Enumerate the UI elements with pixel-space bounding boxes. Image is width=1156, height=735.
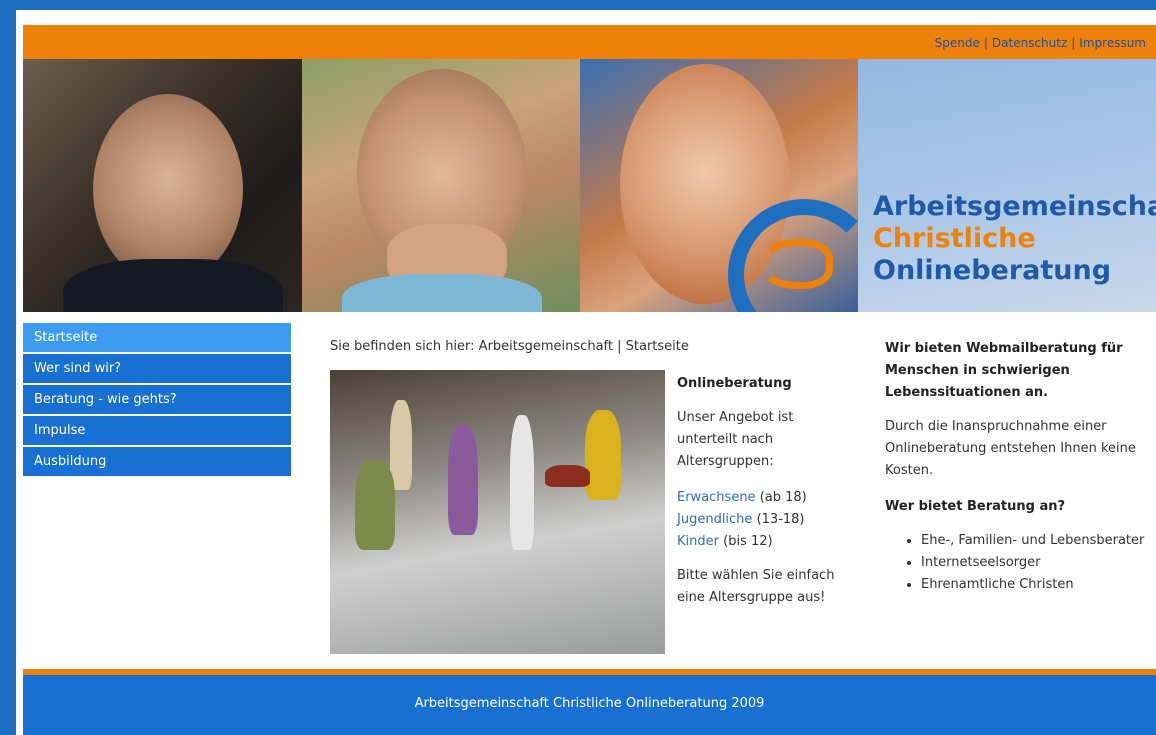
nav-item-beratung[interactable]: Beratung - wie gehts? (23, 385, 291, 414)
logo-text: Arbeitsgemeinschaft Christliche Onlinebe… (873, 191, 1156, 287)
outro-text: Bitte wählen Sie einfach eine Altersgrup… (677, 568, 835, 605)
age-group-column: Onlineberatung Unser Angebot ist unterte… (677, 373, 852, 623)
kinder-range: (bis 12) (723, 534, 773, 549)
kinder-link[interactable]: Kinder (677, 534, 719, 549)
nav-item-startseite[interactable]: Startseite (23, 323, 291, 352)
info-column: Wir bieten Webmailberatung für Menschen … (885, 338, 1145, 596)
header-banner: Arbeitsgemeinschaft Christliche Onlinebe… (23, 59, 1156, 312)
providers-heading: Wer bietet Beratung an? (885, 499, 1066, 514)
page: Spende | Datenschutz | Impressum Arbeitsgeme… (23, 25, 1156, 735)
info-heading: Wir bieten Webmailberatung für Menschen … (885, 341, 1123, 400)
onlineberatung-heading: Onlineberatung (677, 376, 792, 391)
header-photo-man (23, 59, 302, 312)
erwachsene-range: (ab 18) (759, 490, 807, 505)
logo-line-3: Onlineberatung (873, 255, 1112, 286)
nav-item-wer-sind-wir[interactable]: Wer sind wir? (23, 354, 291, 383)
list-item: Ehe-, Familien- und Lebensberater (921, 530, 1145, 552)
intro-text: Unser Angebot ist unterteilt nach Alters… (677, 410, 794, 469)
jugendliche-range: (13-18) (756, 512, 805, 527)
top-bar: Spende | Datenschutz | Impressum (23, 25, 1156, 59)
breadcrumb: Sie befinden sich hier: Arbeitsgemeinsch… (330, 339, 689, 354)
logo-line-2: Christliche (873, 223, 1036, 254)
window-frame-left (0, 0, 16, 735)
nav-item-impulse[interactable]: Impulse (23, 416, 291, 445)
jugendliche-link[interactable]: Jugendliche (677, 512, 752, 527)
spende-link[interactable]: Spende (935, 36, 980, 50)
providers-list: Ehe-, Familien- und Lebensberater Intern… (885, 530, 1145, 596)
keyboard-figures-photo (330, 370, 665, 654)
header-photo-girl (302, 59, 580, 312)
erwachsene-link[interactable]: Erwachsene (677, 490, 756, 505)
footer: Arbeitsgemeinschaft Christliche Onlinebe… (23, 675, 1156, 735)
age-group-list: Erwachsene (ab 18) Jugendliche (13-18) K… (677, 487, 852, 553)
fish-icon (759, 239, 833, 289)
list-item: Internetseelsorger (921, 552, 1145, 574)
separator: | (983, 36, 988, 50)
main-navigation: Startseite Wer sind wir? Beratung - wie … (23, 323, 291, 478)
nav-item-ausbildung[interactable]: Ausbildung (23, 447, 291, 476)
window-frame-top (0, 0, 1156, 10)
separator: | (1071, 36, 1076, 50)
info-text: Durch die Inanspruchnahme einer Onlinebe… (885, 419, 1136, 478)
list-item: Ehrenamtliche Christen (921, 574, 1145, 596)
impressum-link[interactable]: Impressum (1079, 36, 1146, 50)
logo-line-1: Arbeitsgemeinschaft (873, 191, 1156, 222)
datenschutz-link[interactable]: Datenschutz (992, 36, 1067, 50)
